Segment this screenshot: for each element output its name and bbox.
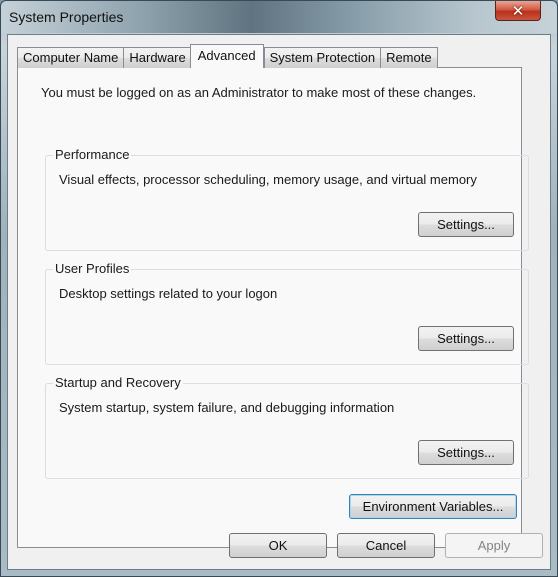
close-x-icon: ✕ <box>511 2 525 20</box>
performance-description: Visual effects, processor scheduling, me… <box>59 172 477 187</box>
tab-system-protection[interactable]: System Protection <box>263 47 382 68</box>
user-profiles-group-label: User Profiles <box>53 261 132 276</box>
close-button[interactable]: ✕ <box>495 1 541 21</box>
dialog-client-area: You must be logged on as an Administrato… <box>7 34 551 570</box>
tab-advanced[interactable]: Advanced <box>189 44 264 68</box>
tab-hardware[interactable]: Hardware <box>123 47 192 68</box>
startup-recovery-group-label: Startup and Recovery <box>53 375 183 390</box>
startup-recovery-description: System startup, system failure, and debu… <box>59 400 395 415</box>
user-profiles-settings-button[interactable]: Settings... <box>418 326 514 351</box>
cancel-button[interactable]: Cancel <box>337 533 435 558</box>
performance-group: Performance Visual effects, processor sc… <box>45 147 529 251</box>
tab-remote[interactable]: Remote <box>380 47 438 68</box>
apply-button[interactable]: Apply <box>445 533 543 558</box>
title-bar[interactable]: System Properties <box>1 1 557 33</box>
user-profiles-description: Desktop settings related to your logon <box>59 286 278 301</box>
ok-button[interactable]: OK <box>229 533 327 558</box>
system-properties-window: System Properties ✕ You must be logged o… <box>0 0 558 577</box>
admin-note: You must be logged on as an Administrato… <box>41 85 477 100</box>
window-title: System Properties <box>9 9 124 25</box>
advanced-tab-panel: You must be logged on as an Administrato… <box>17 67 529 548</box>
environment-variables-button[interactable]: Environment Variables... <box>349 494 517 519</box>
tab-computer-name[interactable]: Computer Name <box>17 47 125 68</box>
performance-group-label: Performance <box>53 147 132 162</box>
startup-recovery-settings-button[interactable]: Settings... <box>418 440 514 465</box>
startup-recovery-group: Startup and Recovery System startup, sys… <box>45 375 529 479</box>
user-profiles-group: User Profiles Desktop settings related t… <box>45 261 529 365</box>
performance-settings-button[interactable]: Settings... <box>418 212 514 237</box>
tab-strip: Computer Name Hardware Advanced System P… <box>17 44 438 68</box>
